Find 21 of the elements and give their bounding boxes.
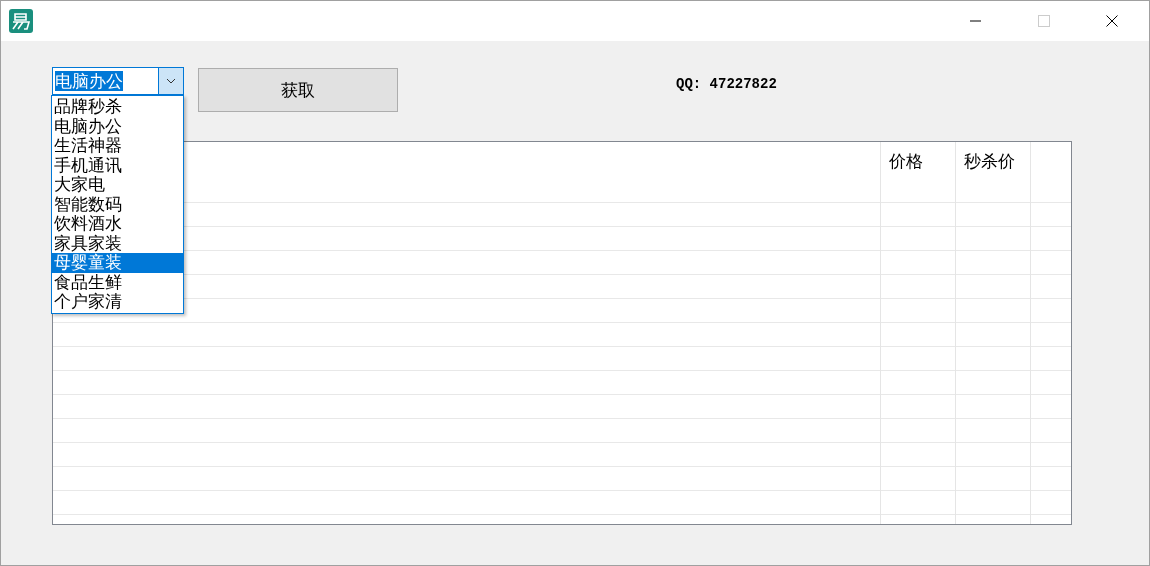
dropdown-option[interactable]: 个户家清 [52,292,183,312]
chevron-down-icon [166,78,176,84]
dropdown-option[interactable]: 品牌秒杀 [52,97,183,117]
fetch-button[interactable]: 获取 [198,68,398,112]
column-header: 秒杀价 [964,151,1015,171]
dropdown-option[interactable]: 智能数码 [52,194,183,214]
app-icon [9,9,33,33]
dropdown-option[interactable]: 母婴童装 [52,253,183,273]
combobox-value: 电脑办公 [55,71,123,91]
dropdown-option[interactable]: 家具家装 [52,233,183,253]
category-combobox[interactable]: 电脑办公 [52,67,184,95]
dropdown-option[interactable]: 饮料酒水 [52,214,183,234]
dropdown-option[interactable]: 手机通讯 [52,155,183,175]
dropdown-option[interactable]: 电脑办公 [52,116,183,136]
qq-label: QQ: 47227822 [676,76,777,92]
dropdown-option[interactable]: 食品生鲜 [52,272,183,292]
column-header: 价格 [889,151,923,171]
close-icon [1106,15,1118,27]
dropdown-option[interactable]: 生活神器 [52,136,183,156]
maximize-icon [1038,15,1050,27]
dropdown-option[interactable]: 大家电 [52,175,183,195]
